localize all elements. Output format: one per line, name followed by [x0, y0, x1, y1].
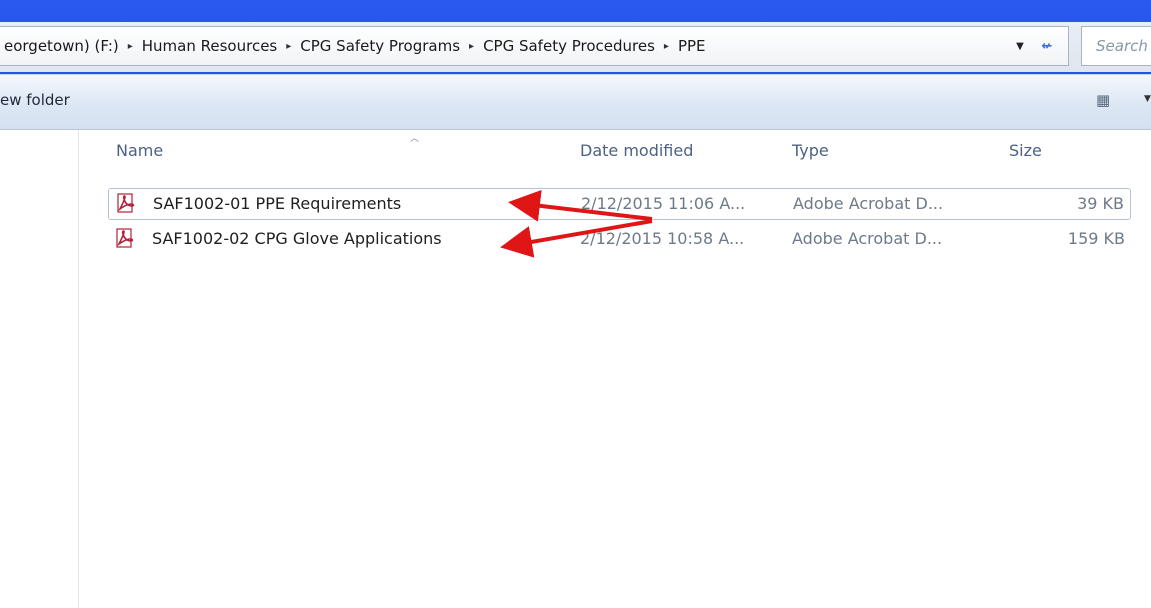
column-type[interactable]: Type	[792, 141, 829, 160]
navigation-pane[interactable]	[0, 130, 79, 608]
breadcrumb: eorgetown) (F:) ▸ Human Resources ▸ CPG …	[4, 27, 706, 65]
search-input[interactable]: Search	[1081, 26, 1151, 66]
file-date: 2/12/2015 10:58 A...	[580, 229, 745, 248]
pdf-icon	[117, 193, 135, 213]
sort-ascending-icon: ︿	[410, 134, 420, 144]
file-type: Adobe Acrobat D...	[792, 229, 943, 248]
views-dropdown-icon[interactable]: ▼	[1144, 94, 1151, 104]
new-folder-button[interactable]: ew folder	[0, 91, 70, 109]
chevron-down-icon[interactable]: ▼	[1012, 38, 1028, 54]
pdf-icon	[116, 228, 134, 248]
breadcrumb-arrow-icon[interactable]: ▸	[469, 41, 474, 52]
file-row[interactable]: SAF1002-02 CPG Glove Applications 2/12/2…	[108, 224, 1131, 256]
column-size[interactable]: Size	[1009, 141, 1042, 160]
explorer-window: eorgetown) (F:) ▸ Human Resources ▸ CPG …	[0, 0, 1151, 608]
breadcrumb-ppe[interactable]: PPE	[678, 37, 706, 55]
refresh-icon[interactable]: ↚	[1032, 30, 1062, 62]
address-bar[interactable]: eorgetown) (F:) ▸ Human Resources ▸ CPG …	[0, 26, 1069, 66]
breadcrumb-safety-programs[interactable]: CPG Safety Programs	[300, 37, 460, 55]
file-row[interactable]: SAF1002-01 PPE Requirements 2/12/2015 11…	[108, 188, 1131, 220]
breadcrumb-human-resources[interactable]: Human Resources	[142, 37, 277, 55]
file-name: SAF1002-02 CPG Glove Applications	[152, 229, 442, 248]
views-icon[interactable]: ▦	[1096, 91, 1110, 109]
breadcrumb-arrow-icon[interactable]: ▸	[128, 41, 133, 52]
breadcrumb-safety-procedures[interactable]: CPG Safety Procedures	[483, 37, 655, 55]
column-header-row: ︿ Name Date modified Type Size	[79, 130, 1151, 174]
file-size: 159 KB	[1067, 229, 1125, 248]
file-date: 2/12/2015 11:06 A...	[581, 194, 746, 213]
file-type: Adobe Acrobat D...	[793, 194, 944, 213]
column-name[interactable]: Name	[116, 141, 163, 160]
command-bar: ew folder ▦ ▼	[0, 74, 1151, 130]
column-date-modified[interactable]: Date modified	[580, 141, 693, 160]
breadcrumb-drive[interactable]: eorgetown) (F:)	[4, 37, 119, 55]
breadcrumb-arrow-icon[interactable]: ▸	[664, 41, 669, 52]
file-name: SAF1002-01 PPE Requirements	[153, 194, 402, 213]
breadcrumb-arrow-icon[interactable]: ▸	[286, 41, 291, 52]
file-size: 39 KB	[1077, 194, 1124, 213]
file-view: ︿ Name Date modified Type Size SAF1002-0…	[0, 130, 1151, 608]
